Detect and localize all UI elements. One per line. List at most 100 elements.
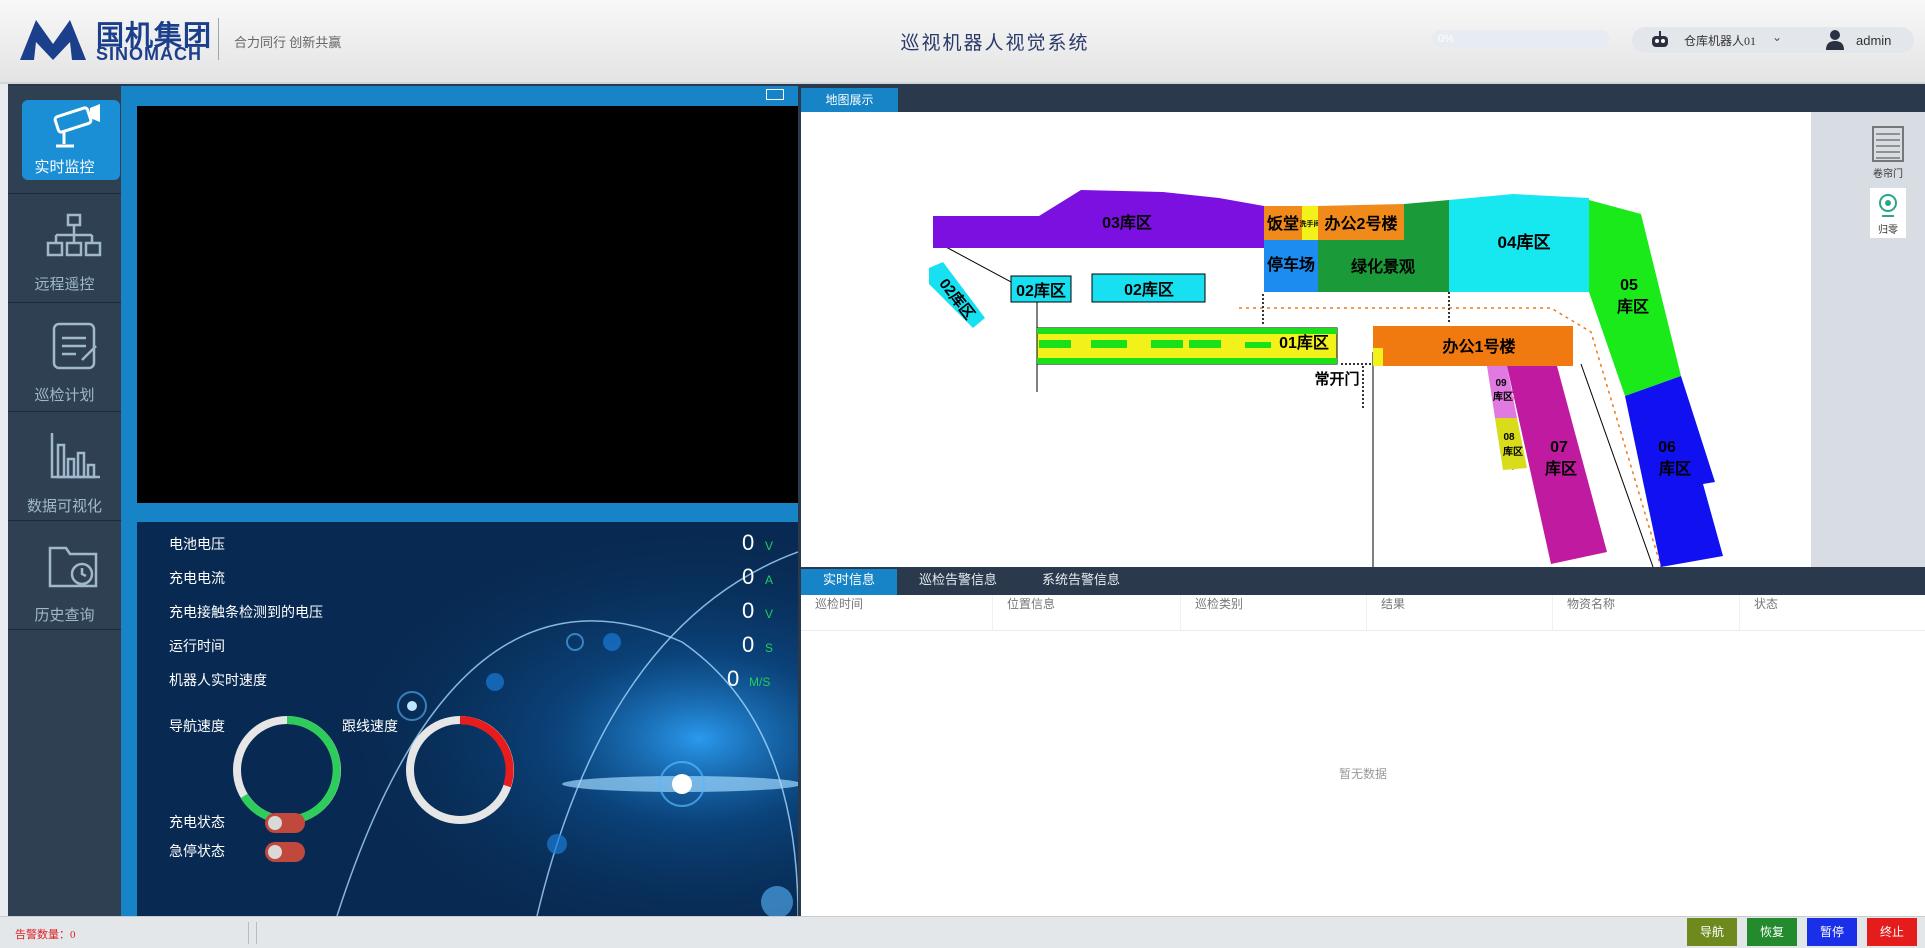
status-divider — [248, 922, 249, 944]
left-frame — [0, 84, 8, 916]
office-1-label: 办公1号楼 — [1443, 337, 1516, 356]
nav-speed-gauge — [233, 716, 341, 824]
zone-02-large-label: 02库区 — [1124, 280, 1174, 299]
column-header-patrol-category[interactable]: 巡检类别 — [1180, 595, 1366, 631]
info-table: 巡检时间 位置信息 巡检类别 结果 物资名称 状态 暂无数据 — [801, 595, 1925, 916]
contact-voltage-value: 0 — [742, 598, 755, 623]
folder-clock-icon — [48, 546, 98, 588]
sidebar-accent-strip — [121, 86, 137, 916]
tab-patrol-alarm-info[interactable]: 巡检告警信息 — [905, 569, 1011, 595]
sidebar-item-label: 数据可视化 — [26, 498, 102, 515]
map-toolbar — [1811, 112, 1925, 567]
charge-current-unit: A — [765, 573, 774, 587]
sidebar-item-label: 远程遥控 — [34, 276, 95, 293]
office-2-label: 办公2号楼 — [1325, 214, 1398, 233]
telemetry-panel: 电池电压 0 V 充电电流 0 A 充电接触条检测到的电压 0 V 运行时间 0… — [137, 522, 798, 916]
charge-current-label: 充电电流 — [169, 572, 225, 587]
header-bar: 国机集团 SINOMACH 合力同行 创新共赢 巡视机器人视觉系统 0% 仓库机… — [0, 0, 1925, 84]
reset-tool[interactable]: 归零 — [1870, 188, 1906, 238]
video-feed[interactable] — [137, 106, 798, 503]
sidebar-item-realtime-monitor[interactable]: 实时监控 — [8, 86, 121, 194]
column-header-patrol-time[interactable]: 巡检时间 — [801, 595, 992, 631]
washroom-label: 洗手间 — [1300, 219, 1321, 228]
status-bar — [0, 916, 1925, 948]
normally-open-door-label: 常开门 — [1314, 370, 1359, 388]
robot-speed-unit: M/S — [749, 675, 771, 689]
webcam-icon — [1879, 194, 1897, 217]
estop-state-label: 急停状态 — [169, 845, 225, 860]
sidebar-item-remote-control[interactable]: 远程遥控 — [8, 195, 121, 303]
tab-realtime-info[interactable]: 实时信息 — [801, 569, 897, 595]
bar-chart-icon — [50, 433, 100, 479]
parking-label: 停车场 — [1267, 255, 1315, 274]
nav-speed-label: 导航速度 — [169, 720, 225, 735]
reset-tool-box: 归零 — [1870, 188, 1906, 238]
panel-divider — [137, 503, 798, 522]
toggle-knob — [268, 816, 282, 830]
stop-button[interactable]: 终止 — [1867, 918, 1917, 946]
sidebar-item-label: 历史查询 — [34, 607, 95, 624]
alarm-count: 告警数量：0 — [15, 929, 76, 941]
sidebar-item-label: 巡检计划 — [34, 387, 95, 404]
charge-state-label: 充电状态 — [169, 816, 225, 831]
rolling-door-label: 卷帘门 — [1873, 169, 1903, 180]
robot-speed-value: 0 — [727, 666, 740, 691]
zone-05-label-b: 库区 — [1617, 297, 1649, 316]
status-divider — [256, 922, 257, 944]
rolling-shutter-icon — [1872, 126, 1904, 162]
battery-voltage-unit: V — [765, 539, 774, 553]
tab-system-alarm-info[interactable]: 系统告警信息 — [1030, 569, 1132, 595]
robot-name[interactable]: 仓库机器人01 — [1684, 32, 1756, 49]
follow-speed-label: 跟线速度 — [342, 720, 398, 735]
sidebar-item-label: 实时监控 — [34, 159, 95, 176]
zone-08-label-b: 库区 — [1503, 445, 1523, 458]
sidebar-item-patrol-plan[interactable]: 巡检计划 — [8, 304, 121, 412]
clipboard-icon — [52, 322, 97, 370]
empty-state-text: 暂无数据 — [1338, 767, 1387, 781]
user-icon — [1826, 30, 1844, 50]
resume-button[interactable]: 恢复 — [1747, 918, 1797, 946]
navigate-button[interactable]: 导航 — [1687, 918, 1737, 946]
surveillance-camera-icon — [53, 104, 100, 148]
column-header-status[interactable]: 状态 — [1739, 595, 1925, 631]
contact-voltage-unit: V — [765, 607, 774, 621]
toggle-knob — [268, 845, 282, 859]
estop-state-toggle[interactable] — [265, 842, 305, 862]
maximize-icon[interactable] — [766, 89, 784, 100]
contact-voltage-label: 充电接触条检测到的电压 — [169, 606, 323, 621]
warehouse-map[interactable]: 03库区 02库区 02库区 02库区 饭堂 洗手间 办公2号楼 停车场 绿化景… — [801, 112, 1811, 567]
charge-current-value: 0 — [742, 564, 755, 589]
charge-state-toggle[interactable] — [265, 813, 305, 833]
robot-speed-label: 机器人实时速度 — [169, 674, 267, 689]
chevron-down-icon[interactable]: ⌄ — [1772, 30, 1782, 44]
zone-02-small-label: 02库区 — [1016, 281, 1066, 300]
rolling-door-tool[interactable]: 卷帘门 — [1870, 126, 1906, 180]
map-tabbar — [801, 88, 1925, 112]
battery-voltage-label: 电池电压 — [169, 538, 225, 553]
zone-05[interactable] — [1589, 200, 1681, 396]
office-1-entrance — [1373, 348, 1383, 366]
canteen-label: 饭堂 — [1266, 214, 1299, 233]
run-time-label: 运行时间 — [169, 640, 225, 655]
tab-map-display[interactable]: 地图展示 — [801, 88, 898, 112]
user-name[interactable]: admin — [1856, 33, 1891, 48]
sidebar-item-history[interactable]: 历史查询 — [8, 522, 121, 630]
zone-03[interactable] — [933, 190, 1264, 248]
zone-09-label-a: 09 — [1495, 378, 1507, 389]
hierarchy-icon — [46, 213, 102, 257]
zone-07-label-a: 07 — [1550, 439, 1568, 456]
reset-label: 归零 — [1878, 225, 1898, 236]
column-header-location[interactable]: 位置信息 — [992, 595, 1180, 631]
zone-09-label-b: 库区 — [1493, 390, 1513, 403]
robot-icon — [1652, 31, 1668, 47]
header-progress-input[interactable]: 0% — [1432, 30, 1610, 48]
column-header-result[interactable]: 结果 — [1366, 595, 1552, 631]
zone-05-label-a: 05 — [1620, 277, 1638, 294]
battery-voltage-value: 0 — [742, 530, 755, 555]
pause-button[interactable]: 暂停 — [1807, 918, 1857, 946]
column-header-material-name[interactable]: 物资名称 — [1552, 595, 1739, 631]
zone-07-label-b: 库区 — [1545, 459, 1577, 478]
sidebar-item-data-visualization[interactable]: 数据可视化 — [8, 413, 121, 521]
zone-01-label: 01库区 — [1279, 333, 1329, 352]
run-time-unit: S — [765, 641, 774, 655]
